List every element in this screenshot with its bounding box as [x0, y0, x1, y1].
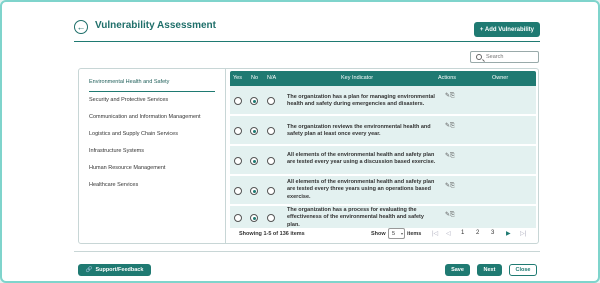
key-indicator-text: All elements of the environmental health…	[287, 179, 435, 200]
key-indicator-text: The organization has a plan for managing…	[287, 94, 435, 108]
add-vulnerability-button[interactable]: + Add Vulnerability	[473, 22, 540, 37]
radio-yes[interactable]	[234, 157, 242, 165]
edit-copy-icons[interactable]: ✎⎘	[445, 182, 455, 190]
sidebar-item-human-resources[interactable]: Human Resource Management	[89, 165, 165, 171]
key-indicator-text: All elements of the environmental health…	[287, 152, 436, 166]
page-size-value: 5	[392, 231, 396, 237]
arrow-left-icon: ←	[76, 21, 86, 32]
search-input[interactable]	[486, 52, 538, 62]
radio-no[interactable]	[250, 97, 258, 105]
sidebar-item-infrastructure[interactable]: Infrastructure Systems	[89, 148, 144, 154]
prev-page-icon[interactable]: ◁	[446, 230, 451, 237]
sidebar-item-security[interactable]: Security and Protective Services	[89, 97, 168, 103]
radio-no[interactable]	[250, 214, 258, 222]
radio-na[interactable]	[267, 214, 275, 222]
search-icon	[476, 54, 482, 60]
back-button[interactable]: ←	[74, 20, 88, 34]
indicator-table: Yes No N/A Key Indicator Actions Owner T…	[230, 71, 536, 228]
sidebar-item-communication[interactable]: Communication and Information Management	[89, 114, 201, 120]
col-actions: Actions	[438, 75, 457, 81]
page-3[interactable]: 3	[491, 230, 494, 236]
col-no: No	[251, 75, 259, 81]
col-na: N/A	[267, 75, 277, 81]
sidebar-item-logistics[interactable]: Logistics and Supply Chain Services	[89, 131, 178, 137]
search-box[interactable]	[470, 51, 539, 63]
radio-no[interactable]	[250, 127, 258, 135]
key-indicator-text: The organization has a process for evalu…	[287, 207, 424, 228]
pagination-summary: Showing 1-5 of 136 items	[239, 231, 305, 237]
items-label: items	[407, 231, 422, 237]
title-divider	[74, 41, 540, 42]
radio-yes[interactable]	[234, 97, 242, 105]
edit-copy-icons[interactable]: ✎⎘	[445, 92, 455, 100]
radio-yes[interactable]	[234, 127, 242, 135]
page-2[interactable]: 2	[476, 230, 479, 236]
sidebar-item-healthcare[interactable]: Healthcare Services	[89, 182, 138, 188]
edit-copy-icons[interactable]: ✎⎘	[445, 211, 455, 219]
radio-no[interactable]	[250, 157, 258, 165]
radio-na[interactable]	[267, 157, 275, 165]
table-row: The organization has a plan for managing…	[230, 86, 536, 116]
table-row: All elements of the environmental health…	[230, 146, 536, 176]
footer-divider	[74, 251, 540, 252]
table-row: The organization reviews the environment…	[230, 116, 536, 146]
pagination-bar: Showing 1-5 of 136 items Show 5 ▾ items …	[230, 227, 536, 242]
next-button[interactable]: Next	[477, 264, 502, 276]
show-label: Show	[371, 231, 386, 237]
radio-na[interactable]	[267, 187, 275, 195]
col-key-indicator: Key Indicator	[341, 75, 374, 81]
sidebar-item-environmental-health-safety[interactable]: Environmental Health and Safety	[89, 79, 169, 85]
key-indicator-text: The organization reviews the environment…	[287, 124, 431, 138]
radio-na[interactable]	[267, 127, 275, 135]
link-icon: 🔗	[85, 267, 93, 273]
category-sidebar: Environmental Health and Safety Security…	[79, 69, 226, 243]
support-feedback-button[interactable]: 🔗 Support/Feedback	[78, 264, 151, 276]
table-row: The organization has a process for evalu…	[230, 206, 536, 228]
table-row: All elements of the environmental health…	[230, 176, 536, 206]
col-yes: Yes	[233, 75, 242, 81]
radio-na[interactable]	[267, 97, 275, 105]
app-window: ← Vulnerability Assessment + Add Vulnera…	[0, 0, 600, 283]
page-1[interactable]: 1	[461, 230, 464, 236]
page-size-select[interactable]: 5 ▾	[388, 228, 405, 239]
table-header: Yes No N/A Key Indicator Actions Owner	[230, 71, 536, 86]
chevron-down-icon: ▾	[400, 231, 403, 236]
first-page-icon[interactable]: |◁	[432, 230, 438, 237]
radio-yes[interactable]	[234, 214, 242, 222]
support-feedback-label: Support/Feedback	[95, 267, 144, 273]
assessment-panel: Environmental Health and Safety Security…	[78, 68, 539, 244]
last-page-icon[interactable]: ▷|	[520, 230, 526, 237]
col-owner: Owner	[492, 75, 509, 81]
close-button[interactable]: Close	[509, 264, 537, 276]
page-header: ← Vulnerability Assessment + Add Vulnera…	[74, 16, 540, 42]
page-title: Vulnerability Assessment	[95, 20, 216, 31]
radio-yes[interactable]	[234, 187, 242, 195]
edit-copy-icons[interactable]: ✎⎘	[445, 122, 455, 130]
next-page-icon[interactable]: ▶	[506, 230, 511, 237]
active-category-underline	[89, 91, 215, 92]
radio-no[interactable]	[250, 187, 258, 195]
edit-copy-icons[interactable]: ✎⎘	[445, 152, 455, 160]
save-button[interactable]: Save	[445, 264, 470, 276]
